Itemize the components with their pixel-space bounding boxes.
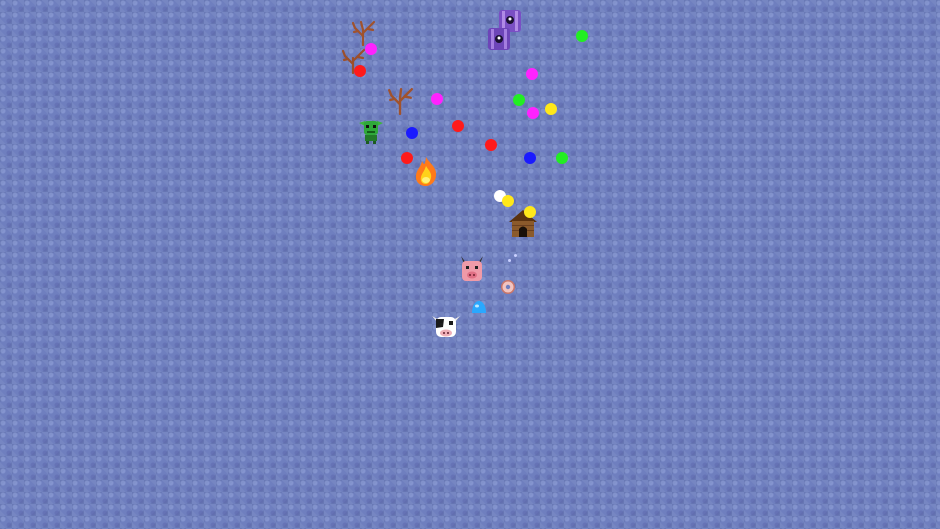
orb-red[interactable] (485, 139, 497, 151)
orb-magenta[interactable] (526, 68, 538, 80)
cow-face-icon[interactable] (430, 309, 462, 341)
orb-magenta[interactable] (527, 107, 539, 119)
orb-red[interactable] (401, 152, 413, 164)
donut-icon[interactable] (500, 279, 516, 295)
dead-tree-icon (351, 20, 376, 46)
pig-face-icon[interactable] (457, 254, 487, 284)
orb-yellow[interactable] (524, 206, 536, 218)
blue-slime-icon[interactable] (470, 298, 488, 316)
orb-magenta[interactable] (365, 43, 377, 55)
orb-yellow[interactable] (502, 195, 514, 207)
orb-green[interactable] (556, 152, 568, 164)
orb-blue[interactable] (406, 127, 418, 139)
sparkle-dot (514, 254, 517, 257)
orb-yellow[interactable] (545, 103, 557, 115)
orb-blue[interactable] (524, 152, 536, 164)
orb-green[interactable] (513, 94, 525, 106)
sparkle-dot (508, 259, 511, 262)
purple-creature-icon[interactable] (486, 26, 512, 52)
orb-magenta[interactable] (431, 93, 443, 105)
orb-green[interactable] (576, 30, 588, 42)
campfire-icon (415, 157, 437, 186)
dead-tree-icon (388, 87, 414, 115)
orb-red[interactable] (452, 120, 464, 132)
game-world[interactable] (0, 0, 940, 529)
green-goblin-icon[interactable] (356, 115, 386, 145)
orb-red[interactable] (354, 65, 366, 77)
